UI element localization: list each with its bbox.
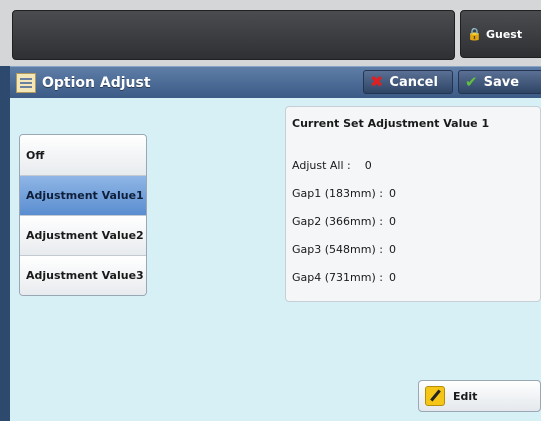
option-label: Off: [26, 148, 45, 162]
option-adjustment-value2[interactable]: Adjustment Value2: [20, 215, 146, 255]
edit-button[interactable]: Edit: [418, 380, 541, 412]
option-adjustment-value3[interactable]: Adjustment Value3: [20, 255, 146, 295]
row-label: Gap2 (366mm) :: [292, 215, 383, 228]
option-label: Adjustment Value3: [26, 269, 144, 282]
adjust-all-row: Adjust All : 0: [292, 159, 372, 172]
info-panel-title: Current Set Adjustment Value 1: [292, 117, 490, 130]
row-label: Adjust All :: [292, 159, 351, 172]
row-label: Gap4 (731mm) :: [292, 271, 383, 284]
option-adjustment-value1[interactable]: Adjustment Value1: [20, 175, 146, 215]
options-list: Off Adjustment Value1 Adjustment Value2 …: [19, 134, 147, 296]
top-status-bar: 🔒 Guest: [0, 0, 541, 66]
current-values-panel: Current Set Adjustment Value 1 Adjust Al…: [285, 106, 541, 302]
cancel-button[interactable]: ✖ Cancel: [363, 70, 453, 94]
gap4-row: Gap4 (731mm) : 0: [292, 271, 396, 284]
page-title: Option Adjust: [42, 74, 151, 91]
message-area: [12, 10, 455, 60]
user-label: Guest: [485, 27, 523, 41]
red-x-icon: ✖: [370, 72, 384, 91]
title-bar: Option Adjust ✖ Cancel ✔ Save: [10, 66, 541, 98]
option-adjust-icon: [16, 72, 36, 93]
green-check-icon: ✔: [465, 72, 478, 91]
row-value: 0: [388, 271, 396, 284]
option-off[interactable]: Off: [20, 135, 146, 175]
row-label: Gap1 (183mm) :: [292, 187, 383, 200]
left-edge-bar: [0, 66, 10, 421]
row-value: 0: [364, 159, 372, 172]
gap3-row: Gap3 (548mm) : 0: [292, 243, 396, 256]
row-value: 0: [388, 215, 396, 228]
user-button[interactable]: 🔒 Guest: [460, 10, 541, 58]
option-label: Adjustment Value1: [26, 189, 144, 202]
save-button[interactable]: ✔ Save: [458, 70, 541, 94]
pencil-icon: [425, 386, 445, 406]
row-value: 0: [388, 187, 396, 200]
save-label: Save: [483, 74, 520, 90]
row-label: Gap3 (548mm) :: [292, 243, 383, 256]
gap2-row: Gap2 (366mm) : 0: [292, 215, 396, 228]
option-label: Adjustment Value2: [26, 229, 144, 242]
edit-label: Edit: [453, 389, 478, 403]
cancel-label: Cancel: [389, 74, 438, 90]
gap1-row: Gap1 (183mm) : 0: [292, 187, 396, 200]
lock-user-icon: 🔒: [467, 27, 482, 41]
row-value: 0: [388, 243, 396, 256]
